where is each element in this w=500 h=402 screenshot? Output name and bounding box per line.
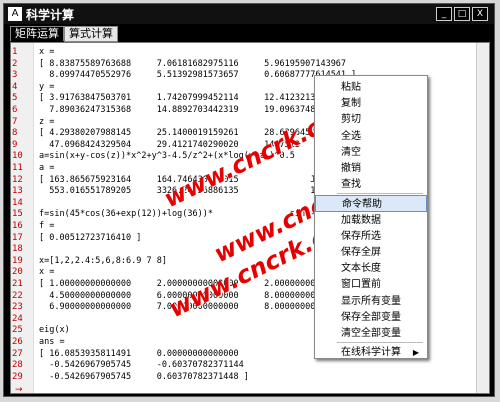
line-number: 23 (12, 302, 23, 313)
menu-item[interactable]: 查找 (315, 176, 427, 193)
code-line: f = (39, 221, 55, 231)
menu-item-label: 保存全部变量 (341, 311, 401, 323)
menu-separator (337, 193, 423, 195)
code-line: x=[1,2,2.4:5,6,8:6.9 7 8] (39, 255, 167, 266)
line-number: 15 (12, 209, 23, 220)
line-number: 6 (12, 105, 18, 115)
code-line: [ 3.91763847503701 1.74207999452114 12.4… (39, 93, 336, 104)
line-number: 5 (12, 93, 18, 104)
menu-item[interactable]: 保存所选 (315, 228, 427, 245)
code-line: x = (39, 47, 55, 57)
line-number: 13 (12, 186, 23, 197)
menu-item[interactable]: 撤销 (315, 160, 427, 177)
menu-item-label: 剪切 (341, 114, 361, 126)
menu-item[interactable]: 窗口置前 (315, 276, 427, 293)
menu-separator (337, 342, 423, 344)
code-line: 8.09974470552976 5.51392981573657 0.6068… (39, 70, 357, 81)
line-number: 20 (12, 267, 23, 278)
line-number: 8 (12, 128, 18, 139)
menu-item[interactable]: 复制 (315, 95, 427, 112)
menu-item[interactable]: 清空全部变量 (315, 325, 427, 342)
code-line: z = (39, 116, 55, 127)
line-number: 4 (12, 81, 18, 92)
title-bar[interactable]: A 科学计算 _ □ X (4, 4, 494, 24)
maximize-button[interactable]: □ (454, 7, 470, 21)
minimize-button[interactable]: _ (436, 7, 452, 21)
app-icon: A (8, 7, 22, 21)
menu-item[interactable]: 全选 (315, 128, 427, 145)
menu-item[interactable]: 在线科学计算 ▶ (315, 344, 427, 361)
line-number: 27 (12, 348, 23, 359)
code-line: eig(x) (39, 325, 70, 336)
menu-item-label: 粘贴 (341, 82, 361, 93)
code-line: ans = (39, 337, 65, 347)
line-number: 26 (12, 337, 23, 347)
window-title: 科学计算 (26, 8, 75, 22)
menu-item-label: 保存所选 (341, 230, 381, 242)
line-number: 21 (12, 279, 23, 289)
menu-item-label: 文本长度 (341, 263, 381, 275)
line-number: 1 (12, 47, 18, 57)
line-number: 28 (12, 360, 23, 371)
code-line: -0.5426967905745 -0.60370782371144 (39, 360, 244, 371)
tab-matrix[interactable]: 矩阵运算 (10, 26, 64, 41)
line-number: 24 (12, 313, 23, 324)
line-number: 25 (12, 325, 23, 336)
tab-expression[interactable]: 算式计算 (64, 26, 118, 42)
menu-item-label: 清空 (341, 146, 361, 158)
menu-item[interactable]: 粘贴 (315, 79, 427, 96)
line-number: 3 (12, 70, 18, 81)
menu-item-label: 全选 (341, 130, 361, 142)
code-line: [ 8.83875589763688 7.06181682975116 5.96… (39, 58, 347, 69)
context-menu: 粘贴复制剪切全选清空撤销查找命令帮助 加载数据保存所选保存全屏文本长度窗口置前显示… (314, 75, 428, 359)
line-number: 14 (12, 197, 23, 208)
menu-item[interactable]: 保存全屏 (315, 244, 427, 261)
submenu-arrow-icon: ▶ (412, 348, 419, 358)
menu-item[interactable]: 剪切 (315, 111, 427, 128)
line-number: 18 (12, 244, 23, 255)
menu-item-label: 复制 (341, 98, 361, 110)
menu-item-label: 在线科学计算 (341, 347, 401, 359)
line-number: 11 (12, 163, 23, 173)
menu-item[interactable]: 显示所有变量 (315, 293, 427, 310)
line-number: 17 (12, 232, 23, 243)
code-line: y = (39, 81, 55, 92)
menu-item-label: 撤销 (341, 163, 361, 174)
menu-item[interactable]: 保存全部变量 (315, 309, 427, 326)
line-number: 9 (12, 139, 18, 150)
code-line: x = (39, 267, 55, 278)
line-number: 19 (12, 255, 23, 266)
code-line: 7.89036247315368 14.8892703442319 19.096… (39, 105, 336, 115)
menu-item-label: 查找 (341, 179, 361, 191)
menu-item[interactable]: 加载数据 (315, 212, 427, 229)
menu-item[interactable]: 命令帮助 (315, 195, 427, 213)
menu-item-label: 加载数据 (341, 214, 381, 226)
menu-item-label: 显示所有变量 (341, 295, 401, 307)
menu-item-label: 清空全部变量 (341, 328, 401, 339)
tab-bar: 矩阵运算 算式计算 (4, 24, 494, 42)
menu-item[interactable]: 清空 (315, 144, 427, 161)
input-prompt-arrow: → (15, 385, 23, 394)
code-line: a = (39, 163, 55, 173)
line-number: 2 (12, 58, 18, 69)
vertical-scrollbar[interactable] (476, 43, 489, 393)
line-number: 16 (12, 221, 23, 231)
line-number: 12 (12, 174, 23, 185)
line-number: 22 (12, 290, 23, 301)
menu-item[interactable]: 文本长度 (315, 260, 427, 277)
line-number: 10 (12, 151, 23, 162)
menu-item-label: 窗口置前 (341, 279, 381, 291)
menu-item-label: 保存全屏 (341, 247, 381, 258)
line-number: 7 (12, 116, 18, 127)
code-line: [ 0.00512723716410 ] (39, 232, 142, 243)
line-number: 29 (12, 371, 23, 382)
code-line: -0.5426967905745 0.60370782371448 ] (39, 371, 249, 382)
close-button[interactable]: X (472, 7, 488, 21)
code-line: [ 16.0853935811491 0.00000000000000 (39, 348, 239, 359)
